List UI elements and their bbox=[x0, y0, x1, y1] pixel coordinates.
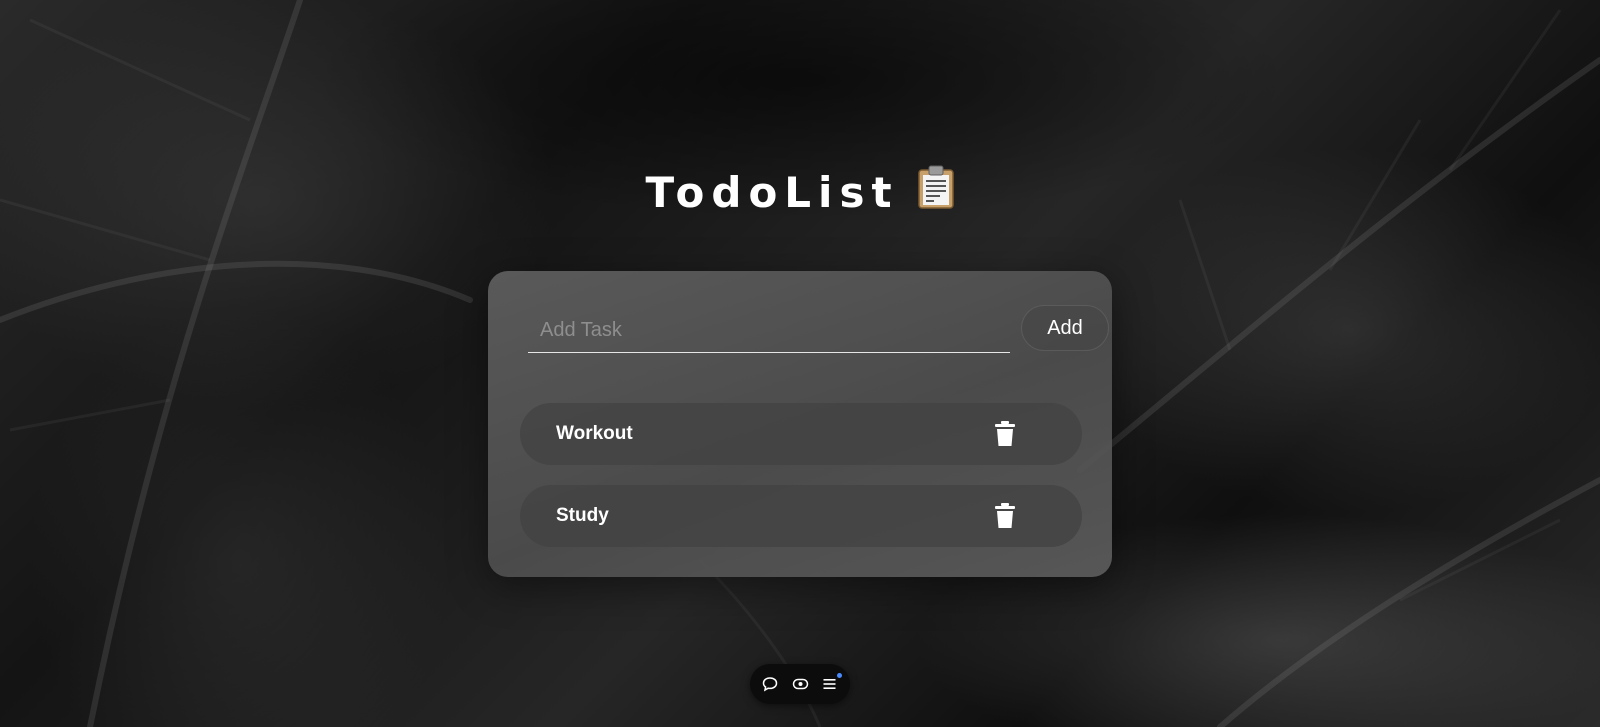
task-label: Study bbox=[556, 505, 609, 526]
task-item: Study bbox=[520, 485, 1082, 547]
menu-button[interactable] bbox=[821, 673, 842, 693]
page-title: TodoList bbox=[0, 165, 1600, 223]
app-title: TodoList bbox=[645, 168, 899, 217]
delete-task-button[interactable] bbox=[990, 501, 1020, 531]
todo-card: Add Workout Study bbox=[488, 271, 1112, 577]
task-list: Workout Study bbox=[520, 403, 1082, 567]
comment-button[interactable] bbox=[761, 675, 779, 693]
delete-task-button[interactable] bbox=[990, 419, 1020, 449]
task-label: Workout bbox=[556, 423, 633, 444]
comment-icon bbox=[762, 677, 778, 692]
eye-icon bbox=[792, 678, 808, 690]
notification-dot bbox=[837, 673, 842, 678]
add-button[interactable]: Add bbox=[1021, 305, 1109, 351]
view-button[interactable] bbox=[791, 675, 809, 693]
add-task-row: Add bbox=[528, 305, 1109, 359]
task-item: Workout bbox=[520, 403, 1082, 465]
menu-icon bbox=[823, 679, 836, 689]
floating-toolbar bbox=[750, 664, 850, 704]
trash-icon bbox=[995, 503, 1015, 528]
clipboard-icon bbox=[917, 165, 955, 219]
trash-icon bbox=[995, 421, 1015, 446]
add-task-input[interactable] bbox=[528, 309, 1010, 353]
